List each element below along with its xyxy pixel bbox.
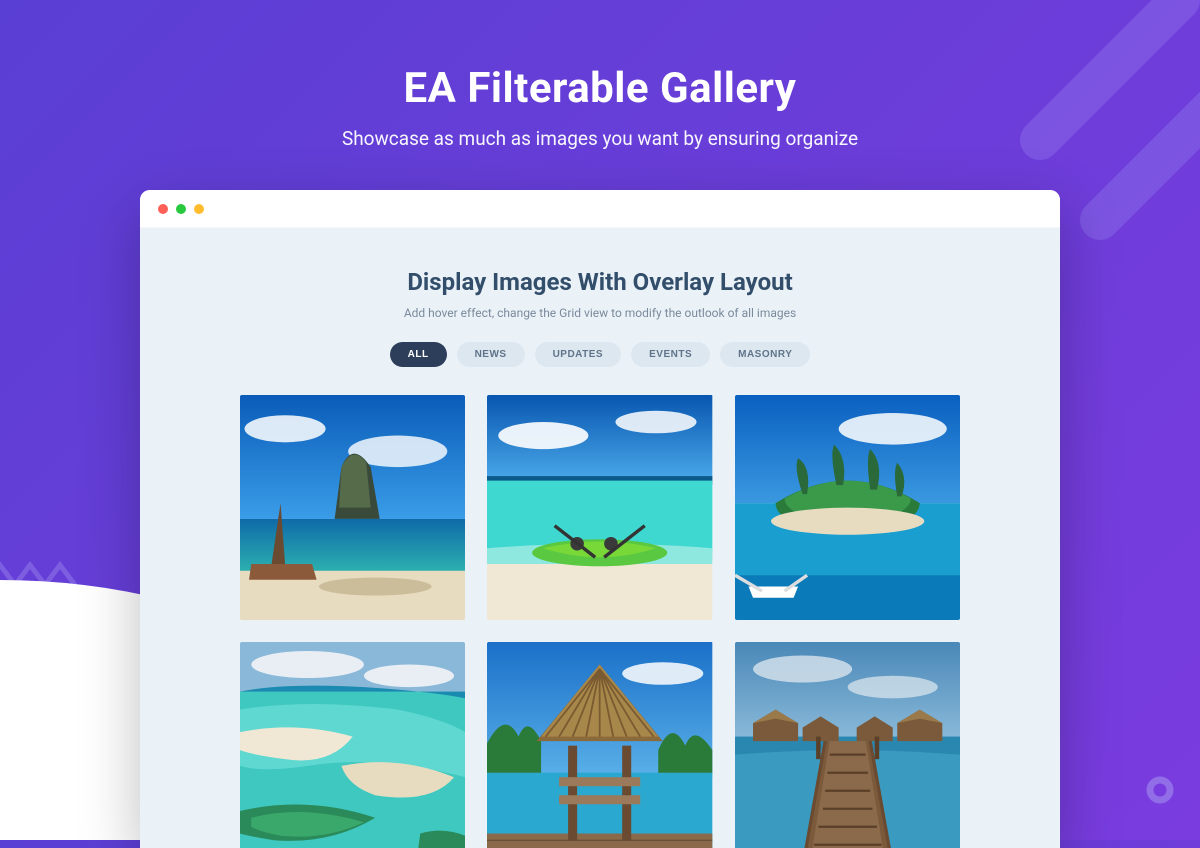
maximize-dot-icon[interactable]: [194, 204, 204, 214]
hero-section: EA Filterable Gallery Showcase as much a…: [0, 0, 1200, 150]
filter-tabs: ALL NEWS UPDATES EVENTS MASONRY: [188, 342, 1012, 367]
close-dot-icon[interactable]: [158, 204, 168, 214]
browser-titlebar: [140, 190, 1060, 228]
lagoon-aerial-image: [240, 642, 465, 848]
browser-content: Display Images With Overlay Layout Add h…: [140, 228, 1060, 848]
gallery-item[interactable]: [240, 642, 465, 848]
filter-tab-all[interactable]: ALL: [390, 342, 447, 367]
content-subtitle: Add hover effect, change the Grid view t…: [188, 306, 1012, 320]
tropical-island-image: [735, 395, 960, 620]
beach-hut-image: [487, 642, 712, 848]
browser-window: Display Images With Overlay Layout Add h…: [140, 190, 1060, 848]
hero-title: EA Filterable Gallery: [0, 64, 1200, 113]
gallery-grid: [240, 395, 960, 848]
titlebar-dots: [158, 204, 204, 214]
overwater-pier-image: [735, 642, 960, 848]
content-title: Display Images With Overlay Layout: [188, 268, 1012, 296]
minimize-dot-icon[interactable]: [176, 204, 186, 214]
gallery-item[interactable]: [735, 642, 960, 848]
gallery-item[interactable]: [487, 395, 712, 620]
filter-tab-events[interactable]: EVENTS: [631, 342, 710, 367]
gallery-item[interactable]: [240, 395, 465, 620]
hero-subtitle: Showcase as much as images you want by e…: [0, 127, 1200, 150]
filter-tab-masonry[interactable]: MASONRY: [720, 342, 810, 367]
bg-circle-icon: [1140, 770, 1180, 810]
filter-tab-news[interactable]: NEWS: [457, 342, 525, 367]
filter-tab-updates[interactable]: UPDATES: [535, 342, 622, 367]
kayak-beach-image: [487, 395, 712, 620]
gallery-item[interactable]: [735, 395, 960, 620]
gallery-item[interactable]: [487, 642, 712, 848]
beach-cliff-boat-image: [240, 395, 465, 620]
